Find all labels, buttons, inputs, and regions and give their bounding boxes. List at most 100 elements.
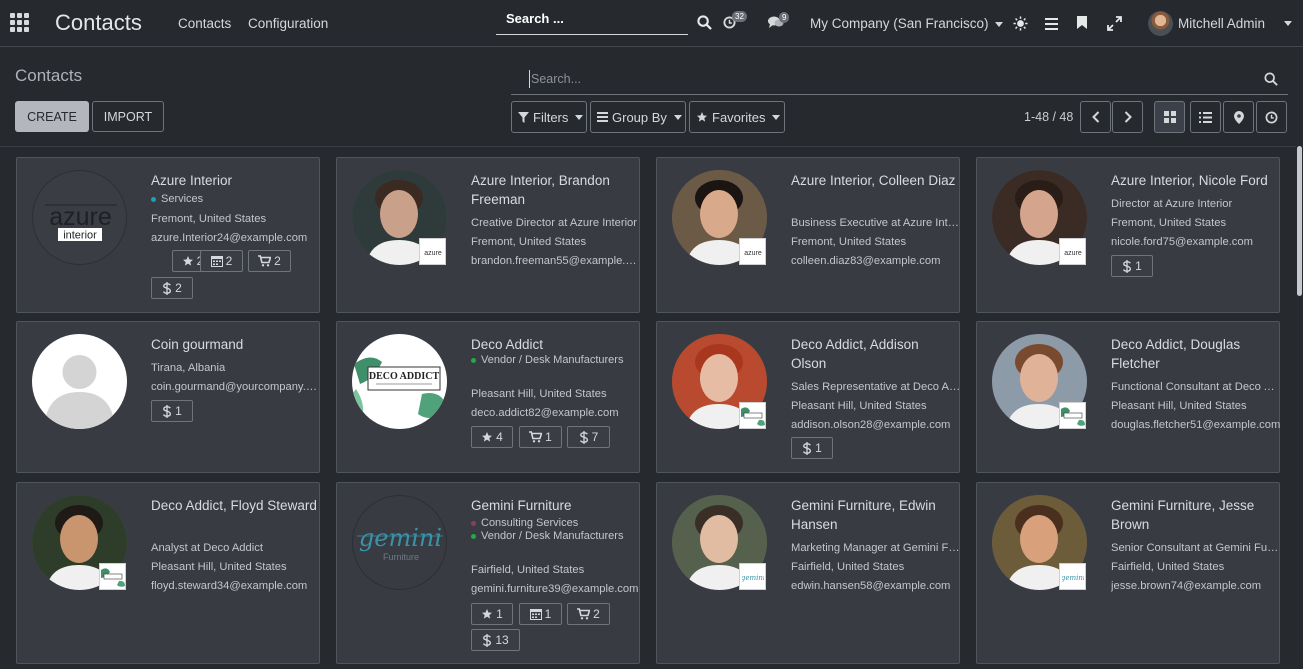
company-badge: azure — [419, 238, 446, 265]
contact-detail: nicole.ford75@example.com — [1111, 236, 1253, 248]
group-by-button[interactable]: Group By — [590, 101, 686, 133]
breadcrumb-title: Contacts — [15, 66, 83, 85]
pager-value[interactable]: 1-48 / 48 — [1024, 110, 1073, 124]
cart-stat-button[interactable]: 2 — [248, 250, 291, 272]
fullscreen-expand-icon[interactable] — [1107, 16, 1122, 36]
messages-icon[interactable]: 9 — [768, 12, 790, 34]
search-input[interactable] — [529, 70, 1229, 88]
activity-view-button[interactable] — [1256, 101, 1287, 133]
kanban-view-button[interactable] — [1154, 101, 1185, 133]
apps-menu-icon[interactable] — [10, 13, 30, 33]
contact-detail: colleen.diaz83@example.com — [791, 255, 941, 267]
contact-detail: Fremont, United States — [791, 236, 907, 248]
map-view-button[interactable] — [1223, 101, 1254, 133]
svg-text:gemini: gemini — [1062, 574, 1084, 582]
list-view-button[interactable] — [1190, 101, 1221, 133]
clock-icon — [1265, 111, 1278, 123]
stat-value: 7 — [591, 430, 599, 444]
contact-detail: Functional Consultant at Deco Addict — [1111, 381, 1281, 393]
scrollbar[interactable] — [1296, 146, 1303, 669]
filter-icon — [518, 111, 529, 123]
contact-card[interactable]: Deco Addict, Addison Olson Sales Represen… — [656, 321, 961, 473]
star-icon — [697, 112, 707, 122]
calendar-stat-button[interactable]: 2 — [200, 250, 243, 272]
contact-card[interactable]: DECO ADDICT Deco Addict Vendor / Desk Manu… — [336, 321, 640, 473]
contact-card[interactable]: azure Azure Interior, Colleen Diaz Busines… — [656, 157, 961, 313]
pager-previous-button[interactable] — [1080, 101, 1111, 133]
dollar-stat-button[interactable]: 1 — [151, 400, 193, 422]
category-tag: Consulting Services — [471, 517, 631, 530]
svg-text:gemini: gemini — [359, 524, 442, 552]
contact-card[interactable]: gemini Gemini Furniture, Edwin Hansen Mark… — [656, 482, 961, 664]
cart-stat-button[interactable]: 2 — [567, 603, 610, 625]
menu-contacts[interactable]: Contacts — [178, 16, 231, 31]
contact-card[interactable]: Deco Addict, Floyd Steward Analyst at Dec… — [16, 482, 320, 664]
dollar-stat-button[interactable]: 1 — [791, 437, 833, 459]
cart-stat-button[interactable]: 1 — [519, 426, 562, 448]
app-title[interactable]: Contacts — [55, 10, 142, 36]
caret-down-icon — [1284, 21, 1292, 26]
contact-detail: Pleasant Hill, United States — [471, 388, 607, 400]
contact-card[interactable]: gemini Furniture Gemini Furniture Consultin… — [336, 482, 640, 664]
contact-card[interactable]: Deco Addict, Douglas Fletcher Functional … — [976, 321, 1281, 473]
caret-down-icon — [673, 114, 682, 120]
contact-detail: Business Executive at Azure Interior — [791, 217, 961, 229]
activity-clock-icon[interactable]: 32 — [723, 11, 747, 34]
dollar-stat-button[interactable]: 2 — [151, 277, 193, 299]
company-logo: gemini Furniture — [352, 495, 447, 590]
calendar-icon — [210, 255, 226, 267]
category-tag: Services — [151, 193, 311, 206]
contact-detail: Senior Consultant at Gemini Furniture — [1111, 542, 1281, 554]
dollar-stat-button[interactable]: 1 — [1111, 255, 1153, 277]
contact-detail: Fairfield, United States — [1111, 561, 1225, 573]
dollar-stat-button[interactable]: 7 — [567, 426, 610, 448]
list-menu-icon[interactable] — [1045, 17, 1058, 35]
contact-name: Azure Interior, Nicole Ford — [1111, 173, 1268, 188]
contact-name: Azure Interior, Brandon Freeman — [471, 173, 610, 207]
create-button[interactable]: CREATE — [15, 101, 89, 132]
star-icon — [481, 608, 496, 620]
stat-value: 1 — [496, 607, 503, 621]
dollar-stat-button[interactable]: 13 — [471, 629, 520, 651]
navbar-search-field[interactable]: Search ... — [496, 8, 688, 35]
contact-detail: floyd.steward34@example.com — [151, 580, 308, 592]
contact-detail: Fairfield, United States — [471, 564, 585, 576]
calendar-stat-button[interactable]: 1 — [519, 603, 562, 625]
category-tag: Vendor / Desk Manufacturers — [471, 354, 631, 367]
bookmark-icon[interactable] — [1077, 16, 1087, 34]
contact-card[interactable]: gemini Gemini Furniture, Jesse Brown Senio… — [976, 482, 1281, 664]
contact-detail: Creative Director at Azure Interior — [471, 217, 638, 229]
list-bars-icon — [597, 112, 608, 122]
contact-card[interactable]: azure interior Azure Interior Services Fremo… — [16, 157, 320, 313]
menu-configuration[interactable]: Configuration — [248, 16, 328, 31]
contact-card[interactable]: Coin gourmand Tirana, Albania coin.gourman… — [16, 321, 321, 473]
list-icon — [1199, 111, 1212, 123]
favorites-button[interactable]: Favorites — [689, 101, 785, 133]
star-stat-button[interactable]: 1 — [471, 603, 513, 625]
search-icon[interactable] — [697, 15, 712, 35]
pager-next-button[interactable] — [1112, 101, 1143, 133]
svg-text:azure: azure — [49, 203, 112, 231]
import-button[interactable]: IMPORT — [92, 101, 164, 132]
stat-value: 4 — [496, 430, 503, 444]
dollar-icon — [1122, 259, 1135, 273]
svg-text:DECO ADDICT: DECO ADDICT — [369, 371, 440, 382]
search-bar — [511, 64, 1288, 95]
star-stat-button[interactable]: 4 — [471, 426, 513, 448]
company-logo: azure interior — [32, 170, 127, 265]
filters-button[interactable]: Filters — [511, 101, 587, 133]
contact-detail: Fairfield, United States — [791, 561, 905, 573]
contact-detail: Sales Representative at Deco Addict — [791, 381, 961, 393]
stat-value: 1 — [544, 607, 552, 621]
contact-card[interactable]: azure Azure Interior, Brandon Freeman Crea… — [336, 157, 641, 313]
scrollbar-thumb[interactable] — [1297, 146, 1302, 296]
group-by-label: Group By — [612, 109, 667, 125]
chevron-left-icon — [1091, 111, 1099, 123]
contact-card[interactable]: azure Azure Interior, Nicole Ford Director… — [976, 157, 1280, 313]
favorites-label: Favorites — [712, 109, 766, 125]
contact-detail: Fremont, United States — [151, 213, 267, 225]
company-switcher[interactable]: My Company (San Francisco) — [810, 16, 1003, 31]
dollar-icon — [162, 281, 175, 295]
search-icon[interactable] — [1264, 72, 1278, 91]
sun-theme-icon[interactable] — [1013, 16, 1028, 36]
